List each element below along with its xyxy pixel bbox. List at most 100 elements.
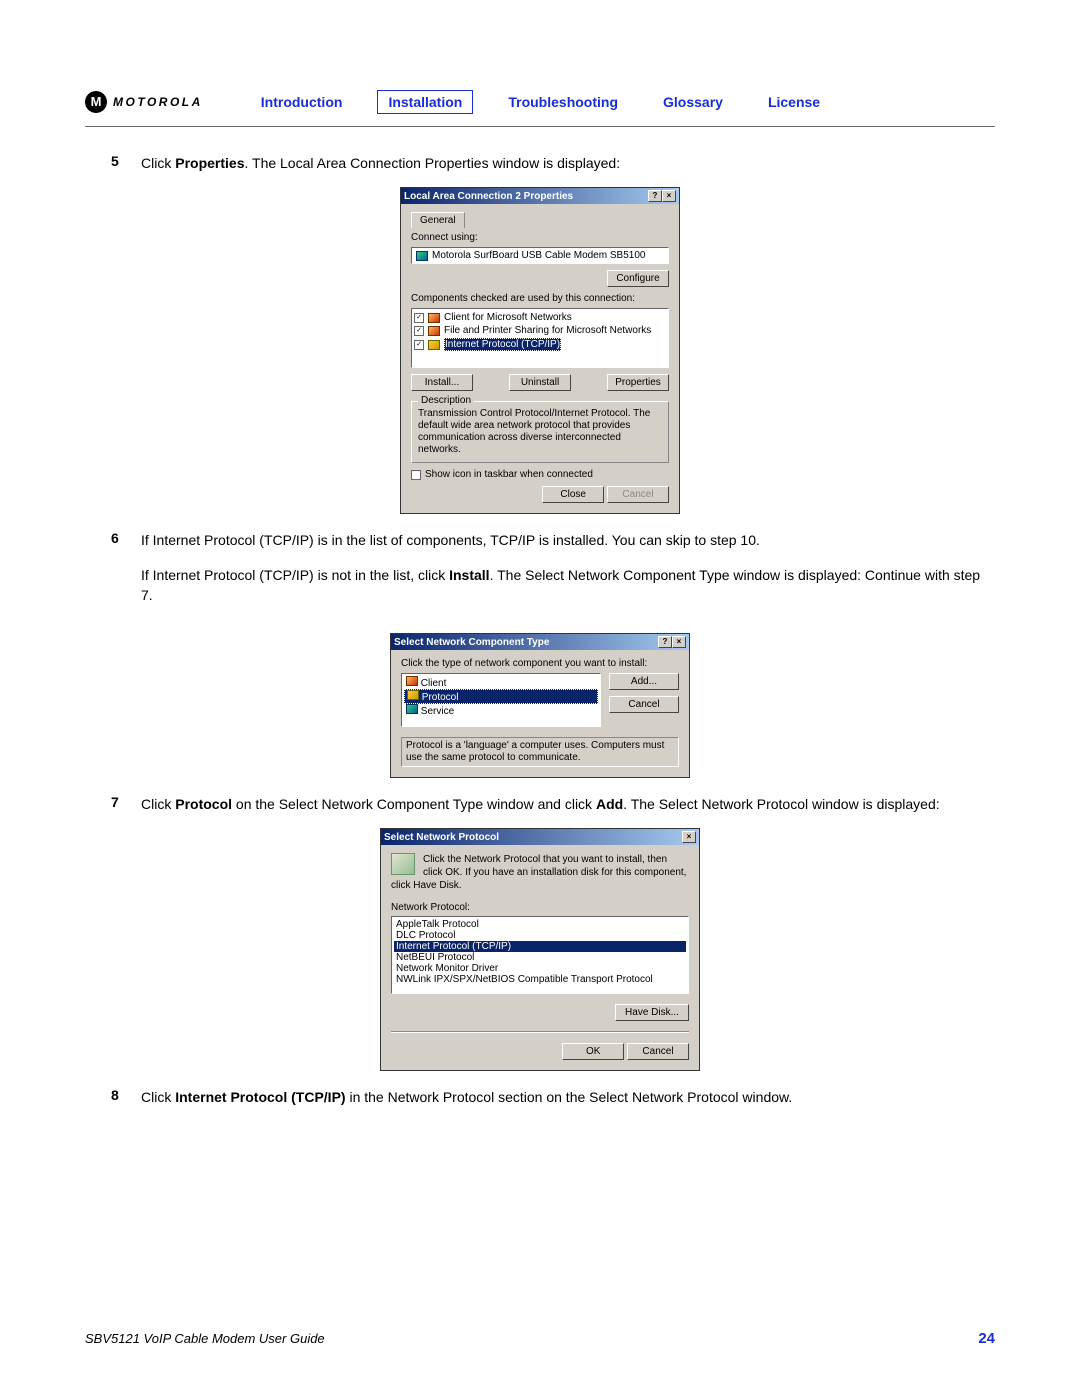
list-item[interactable]: NetBEUI Protocol (394, 952, 686, 963)
nav-tabs: Introduction Installation Troubleshootin… (251, 90, 830, 114)
text: . The Local Area Connection Properties w… (244, 155, 620, 171)
components-listbox[interactable]: ✓Client for Microsoft Networks ✓File and… (411, 308, 669, 368)
dialog-body: General Connect using: Motorola SurfBoar… (401, 204, 679, 513)
list-item[interactable]: AppleTalk Protocol (394, 919, 686, 930)
titlebar-buttons: ? × (648, 190, 676, 202)
brand-text: MOTOROLA (113, 95, 203, 109)
components-label: Components checked are used by this conn… (411, 293, 669, 304)
list-item[interactable]: ✓Client for Microsoft Networks (414, 311, 666, 324)
have-disk-button[interactable]: Have Disk... (615, 1004, 689, 1021)
add-button[interactable]: Add... (609, 673, 679, 690)
checkbox-icon (411, 470, 421, 480)
tab-introduction[interactable]: Introduction (251, 90, 353, 114)
tab-troubleshooting[interactable]: Troubleshooting (498, 90, 628, 114)
list-item[interactable]: ✓Internet Protocol (TCP/IP) (414, 337, 666, 352)
dialog-body: Click the Network Protocol that you want… (381, 845, 699, 1070)
text: . The Select Network Protocol window is … (623, 796, 939, 812)
step-number: 7 (111, 794, 141, 814)
client-icon (428, 313, 440, 323)
list-item[interactable]: Internet Protocol (TCP/IP) (394, 941, 686, 952)
tab-installation[interactable]: Installation (377, 90, 473, 114)
description-group: Description Transmission Control Protoco… (411, 401, 669, 463)
list-item[interactable]: NWLink IPX/SPX/NetBIOS Compatible Transp… (394, 974, 686, 985)
cancel-button[interactable]: Cancel (609, 696, 679, 713)
step-number: 6 (111, 530, 141, 619)
close-button[interactable]: Close (542, 486, 604, 503)
protocol-large-icon (391, 853, 415, 875)
paragraph: If Internet Protocol (TCP/IP) is not in … (141, 565, 995, 606)
paragraph: If Internet Protocol (TCP/IP) is in the … (141, 530, 995, 550)
step-5: 5 Click Properties. The Local Area Conne… (111, 153, 995, 173)
device-name: Motorola SurfBoard USB Cable Modem SB510… (432, 250, 645, 261)
install-button[interactable]: Install... (411, 374, 473, 391)
instruction-text: Click the Network Protocol that you want… (391, 853, 689, 892)
page-header: MOTOROLA Introduction Installation Troub… (85, 90, 995, 127)
titlebar: Select Network Component Type ? × (391, 634, 689, 650)
item-label: Service (421, 706, 454, 717)
close-icon[interactable]: × (682, 831, 696, 843)
component-type-listbox[interactable]: Client Protocol Service (401, 673, 601, 727)
step-number: 8 (111, 1087, 141, 1107)
checkbox-label: Show icon in taskbar when connected (425, 469, 593, 480)
close-icon[interactable]: × (672, 636, 686, 648)
help-icon[interactable]: ? (648, 190, 662, 202)
document-page: MOTOROLA Introduction Installation Troub… (0, 0, 1080, 1397)
item-label: Client for Microsoft Networks (444, 312, 572, 323)
description-legend: Description (418, 395, 474, 406)
select-network-protocol-dialog: Select Network Protocol × Click the Netw… (380, 828, 700, 1071)
text: in the Network Protocol section on the S… (346, 1089, 793, 1105)
select-network-component-type-dialog: Select Network Component Type ? × Click … (390, 633, 690, 778)
show-icon-checkbox[interactable]: Show icon in taskbar when connected (411, 469, 669, 480)
network-adapter-icon (416, 251, 428, 261)
instruction-label: Click the type of network component you … (401, 658, 679, 669)
page-footer: SBV5121 VoIP Cable Modem User Guide 24 (85, 1330, 995, 1347)
titlebar-buttons: ? × (658, 636, 686, 648)
step-7: 7 Click Protocol on the Select Network C… (111, 794, 995, 814)
hint-text: Protocol is a 'language' a computer uses… (406, 740, 664, 763)
text: If Internet Protocol (TCP/IP) is not in … (141, 567, 449, 583)
text: on the Select Network Component Type win… (232, 796, 596, 812)
configure-button[interactable]: Configure (607, 270, 669, 287)
list-item[interactable]: Network Monitor Driver (394, 963, 686, 974)
share-icon (428, 326, 440, 336)
tab-glossary[interactable]: Glossary (653, 90, 733, 114)
list-item[interactable]: Service (404, 704, 598, 717)
step-body: Click Properties. The Local Area Connect… (141, 153, 995, 173)
close-icon[interactable]: × (662, 190, 676, 202)
step-6: 6 If Internet Protocol (TCP/IP) is in th… (111, 530, 995, 619)
protocol-listbox[interactable]: AppleTalk Protocol DLC Protocol Internet… (391, 916, 689, 994)
motorola-logo-icon (85, 91, 107, 113)
list-label: Network Protocol: (391, 902, 689, 913)
tab-license[interactable]: License (758, 90, 830, 114)
item-label: Internet Protocol (TCP/IP) (444, 338, 561, 351)
connect-using-label: Connect using: (411, 232, 669, 243)
ok-button[interactable]: OK (562, 1043, 624, 1060)
bold: Install (449, 567, 489, 583)
dialog-title: Local Area Connection 2 Properties (404, 191, 573, 202)
step-body: Click Protocol on the Select Network Com… (141, 794, 995, 814)
dialog-title: Select Network Component Type (394, 637, 549, 648)
protocol-icon (407, 690, 419, 700)
doc-title: SBV5121 VoIP Cable Modem User Guide (85, 1331, 325, 1346)
dialog-title: Select Network Protocol (384, 832, 499, 843)
dialog-body: Click the type of network component you … (391, 650, 689, 777)
client-icon (406, 676, 418, 686)
item-label: File and Printer Sharing for Microsoft N… (444, 325, 651, 336)
step-8: 8 Click Internet Protocol (TCP/IP) in th… (111, 1087, 995, 1107)
properties-button[interactable]: Properties (607, 374, 669, 391)
tab-general[interactable]: General (411, 212, 465, 228)
item-label: Protocol (422, 692, 459, 703)
item-label: Client (421, 678, 447, 689)
text: Click (141, 155, 175, 171)
text: Click (141, 796, 175, 812)
cancel-button[interactable]: Cancel (627, 1043, 689, 1060)
list-item[interactable]: Client (404, 676, 598, 689)
device-field: Motorola SurfBoard USB Cable Modem SB510… (411, 247, 669, 264)
uninstall-button[interactable]: Uninstall (509, 374, 571, 391)
description-text: Transmission Control Protocol/Internet P… (418, 408, 662, 456)
list-item[interactable]: DLC Protocol (394, 930, 686, 941)
bold: Add (596, 796, 623, 812)
help-icon[interactable]: ? (658, 636, 672, 648)
list-item[interactable]: ✓File and Printer Sharing for Microsoft … (414, 324, 666, 337)
list-item[interactable]: Protocol (404, 689, 598, 704)
